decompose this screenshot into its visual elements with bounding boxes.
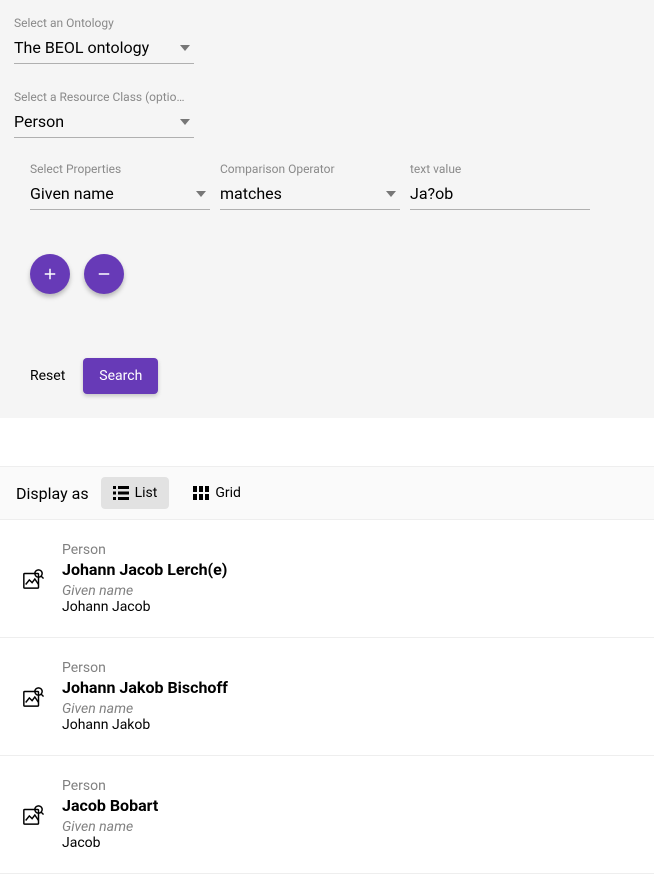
property-select[interactable]: Select Properties Given name [30, 162, 210, 210]
text-value-field[interactable]: text value [410, 162, 590, 210]
action-row: Reset Search [30, 358, 640, 394]
result-type: Person [62, 660, 636, 676]
chevron-down-icon [196, 191, 206, 197]
chevron-down-icon [180, 45, 190, 51]
class-value: Person [14, 112, 172, 131]
result-item[interactable]: Person Johann Jacob Lerch(e) Given name … [0, 520, 654, 638]
view-grid-label: Grid [215, 485, 241, 501]
image-search-icon [22, 804, 44, 826]
operator-label: Comparison Operator [220, 162, 400, 176]
result-title: Johann Jacob Lerch(e) [62, 560, 636, 579]
grid-icon [193, 486, 209, 500]
result-body: Person Jacob Bobart Given name Jacob [62, 778, 636, 851]
ontology-select[interactable]: Select an Ontology The BEOL ontology [14, 16, 194, 64]
chevron-down-icon [180, 119, 190, 125]
view-list-toggle[interactable]: List [101, 477, 170, 509]
result-item[interactable]: Person Johann Jakob Bischoff Given name … [0, 638, 654, 756]
result-prop-value: Jacob [62, 835, 636, 851]
display-as-label: Display as [16, 484, 89, 503]
property-label: Select Properties [30, 162, 210, 176]
operator-select[interactable]: Comparison Operator matches [220, 162, 400, 210]
result-body: Person Johann Jacob Lerch(e) Given name … [62, 542, 636, 615]
search-panel: Select an Ontology The BEOL ontology Sel… [0, 0, 654, 418]
class-label: Select a Resource Class (optio… [14, 90, 189, 104]
reset-button[interactable]: Reset [30, 368, 65, 384]
result-item[interactable]: Person Jacob Bobart Given name Jacob [0, 756, 654, 874]
remove-property-button[interactable] [84, 254, 124, 294]
result-prop-label: Given name [62, 701, 636, 717]
image-search-icon [22, 686, 44, 708]
text-value-label: text value [410, 162, 590, 176]
property-value: Given name [30, 184, 188, 203]
ontology-value: The BEOL ontology [14, 38, 172, 57]
result-title: Johann Jakob Bischoff [62, 678, 636, 697]
resource-class-select[interactable]: Select a Resource Class (optio… Person [14, 90, 194, 138]
search-button[interactable]: Search [83, 358, 158, 394]
result-prop-label: Given name [62, 819, 636, 835]
text-value-input[interactable] [410, 180, 590, 210]
result-title: Jacob Bobart [62, 796, 636, 815]
display-bar: Display as List Grid [0, 466, 654, 520]
view-list-label: List [135, 485, 158, 501]
property-row: Select Properties Given name Comparison … [30, 162, 640, 226]
fab-row [30, 254, 640, 294]
result-prop-value: Johann Jakob [62, 717, 636, 733]
chevron-down-icon [386, 191, 396, 197]
list-icon [113, 486, 129, 500]
results-list: Person Johann Jacob Lerch(e) Given name … [0, 520, 654, 874]
result-body: Person Johann Jakob Bischoff Given name … [62, 660, 636, 733]
ontology-label: Select an Ontology [14, 16, 194, 30]
result-prop-label: Given name [62, 583, 636, 599]
image-search-icon [22, 568, 44, 590]
view-grid-toggle[interactable]: Grid [181, 477, 253, 509]
operator-value: matches [220, 184, 378, 203]
add-property-button[interactable] [30, 254, 70, 294]
result-prop-value: Johann Jacob [62, 599, 636, 615]
result-type: Person [62, 778, 636, 794]
result-type: Person [62, 542, 636, 558]
